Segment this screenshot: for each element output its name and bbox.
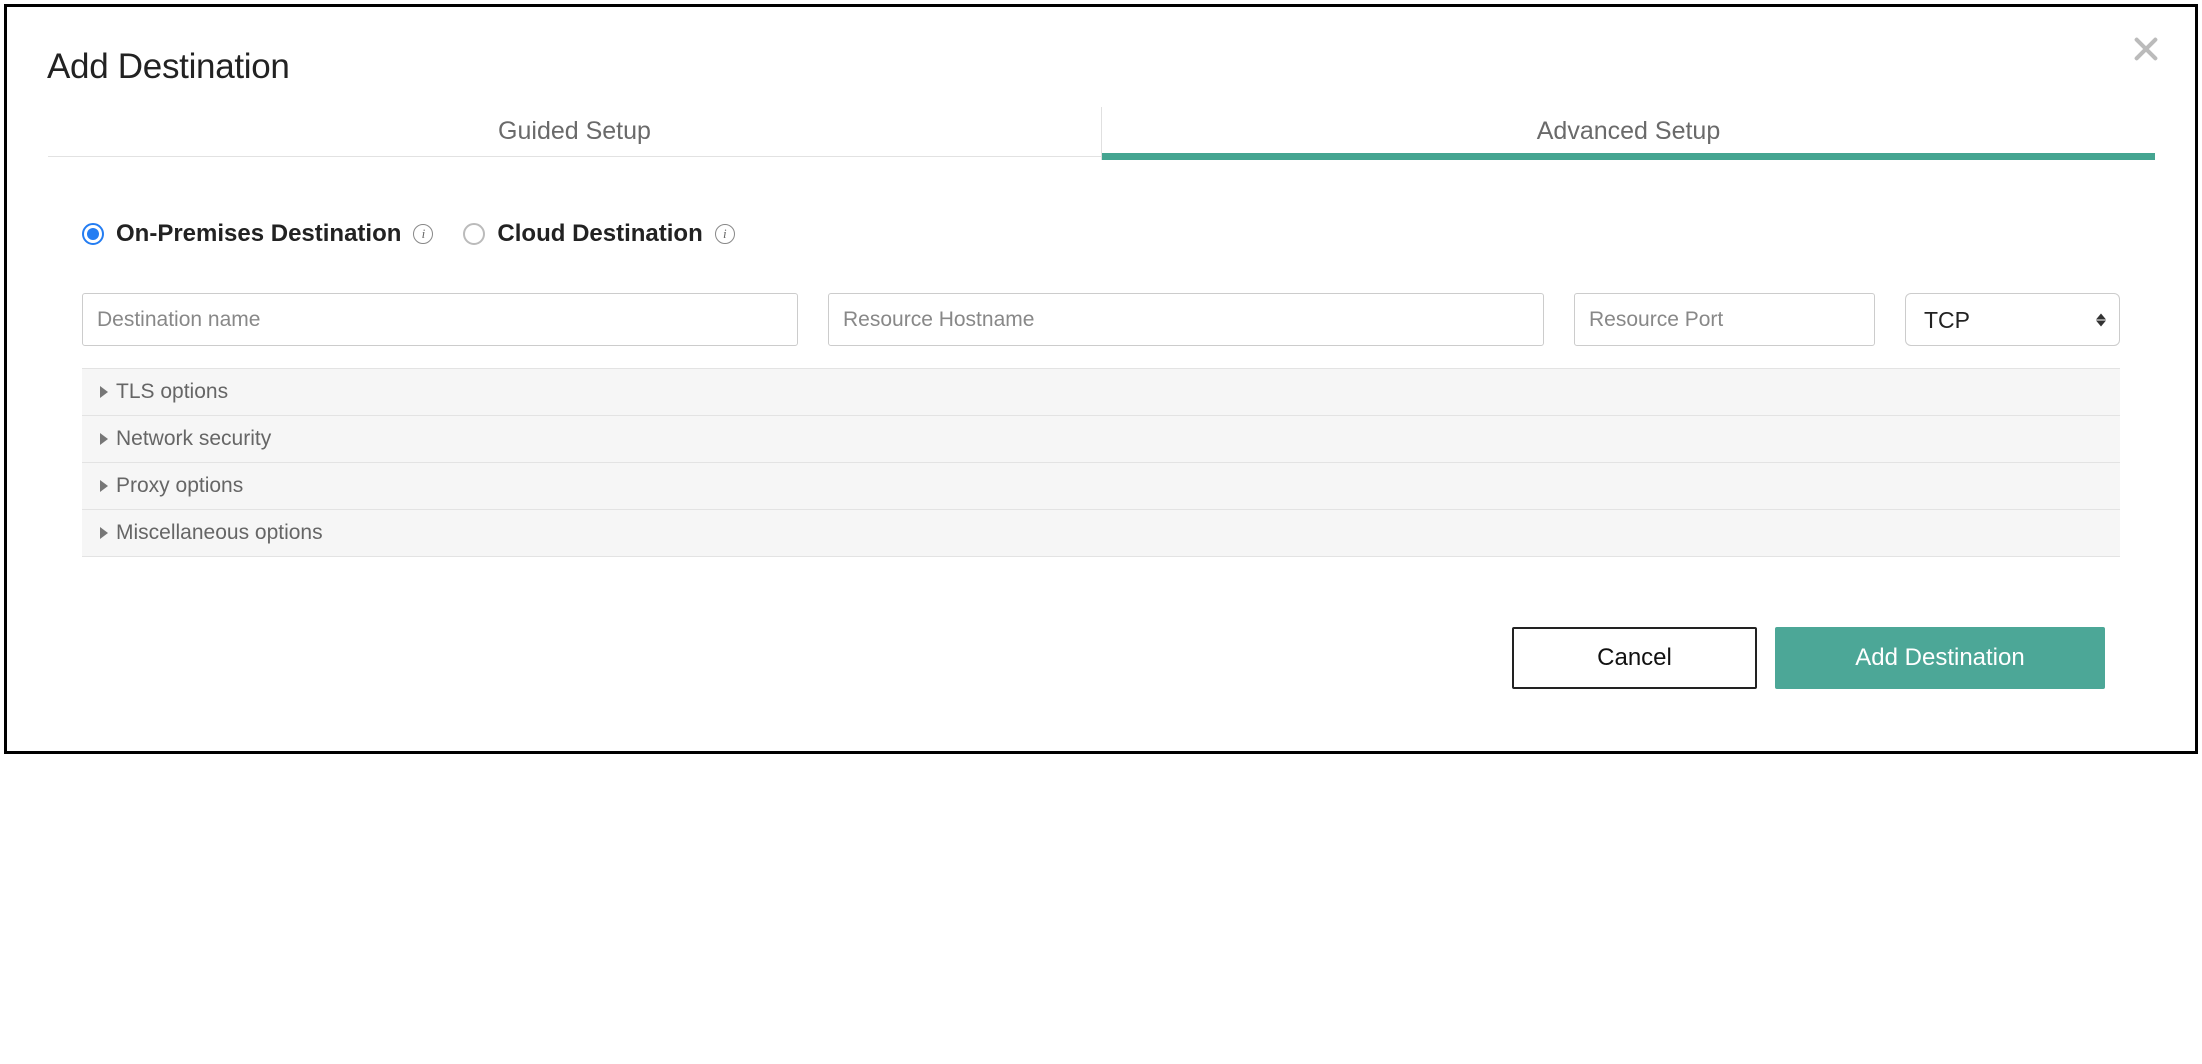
tabs: Guided Setup Advanced Setup [47, 107, 2155, 160]
options-accordion: TLS options Network security Proxy optio… [82, 368, 2120, 557]
radio-cloud[interactable]: Cloud Destination i [463, 220, 734, 248]
accordion-network-security[interactable]: Network security [82, 416, 2120, 463]
radio-indicator-icon [463, 223, 485, 245]
protocol-select[interactable]: TCP [1905, 293, 2120, 346]
accordion-label: TLS options [116, 380, 228, 404]
accordion-proxy-options[interactable]: Proxy options [82, 463, 2120, 510]
button-label: Add Destination [1855, 644, 2024, 672]
tab-advanced-setup[interactable]: Advanced Setup [1101, 107, 2155, 160]
close-icon [2132, 35, 2160, 63]
radio-label: Cloud Destination [497, 220, 702, 248]
chevron-right-icon [100, 527, 108, 539]
destination-type-radios: On-Premises Destination i Cloud Destinat… [82, 220, 2120, 248]
radio-label: On-Premises Destination [116, 220, 401, 248]
cancel-button[interactable]: Cancel [1512, 627, 1757, 689]
resource-hostname-input[interactable] [828, 293, 1544, 346]
tab-label: Advanced Setup [1537, 117, 1720, 145]
chevron-right-icon [100, 386, 108, 398]
add-destination-modal: Add Destination Guided Setup Advanced Se… [4, 4, 2198, 754]
accordion-label: Proxy options [116, 474, 243, 498]
add-destination-button[interactable]: Add Destination [1775, 627, 2105, 689]
radio-indicator-icon [82, 223, 104, 245]
modal-content: On-Premises Destination i Cloud Destinat… [47, 220, 2155, 689]
modal-title: Add Destination [47, 47, 2155, 87]
accordion-miscellaneous-options[interactable]: Miscellaneous options [82, 510, 2120, 557]
chevron-right-icon [100, 433, 108, 445]
accordion-tls-options[interactable]: TLS options [82, 369, 2120, 416]
resource-port-input[interactable] [1574, 293, 1875, 346]
tab-label: Guided Setup [498, 117, 651, 145]
info-icon[interactable]: i [715, 224, 735, 244]
button-label: Cancel [1597, 644, 1672, 672]
close-button[interactable] [2132, 35, 2160, 68]
accordion-label: Network security [116, 427, 271, 451]
chevron-right-icon [100, 480, 108, 492]
destination-name-input[interactable] [82, 293, 798, 346]
tab-guided-setup[interactable]: Guided Setup [47, 107, 1101, 160]
modal-footer: Cancel Add Destination [82, 627, 2120, 689]
protocol-select-wrap: TCP [1905, 293, 2120, 346]
info-icon[interactable]: i [413, 224, 433, 244]
accordion-label: Miscellaneous options [116, 521, 323, 545]
input-row: TCP [82, 293, 2120, 346]
radio-on-premises[interactable]: On-Premises Destination i [82, 220, 433, 248]
